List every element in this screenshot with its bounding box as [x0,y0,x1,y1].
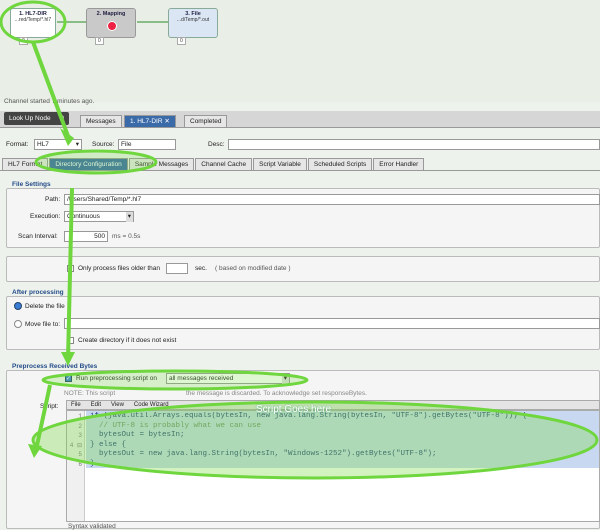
older-files-checkbox[interactable] [67,265,74,272]
desc-input[interactable] [228,139,600,150]
annotation-label: Script Goes here [256,404,332,415]
tab-channel-cache[interactable]: Channel Cache [195,158,253,170]
older-files-unit: sec. [195,265,207,272]
sub-tabs: HL7 Format Directory Configuration Sampl… [2,158,425,170]
menu-file[interactable]: File [71,401,81,409]
code-line: } [90,459,95,468]
desc-label: Desc: [208,141,225,148]
format-label: Format: [6,141,29,148]
preprocess-title: Preprocess Received Bytes [12,363,98,370]
script-label: Script: [40,403,59,410]
channel-status: Channel started 7 minutes ago. [4,98,95,105]
scan-interval-input[interactable]: 500 [64,231,108,242]
format-select[interactable]: HL7 ▾ [34,139,82,150]
menu-edit[interactable]: Edit [91,401,101,409]
source-label: Source: [92,141,115,148]
code-line: bytesOut = bytesIn; [90,431,185,439]
older-files-input[interactable] [166,263,188,274]
code-line: if (java.util.Arrays.equals(bytesIn, new… [90,412,527,420]
tab-script-variable[interactable]: Script Variable [253,158,307,170]
tab-messages[interactable]: Messages [80,115,122,127]
path-input[interactable]: /Users/Shared/Temp/*.hl7 [64,194,600,205]
line-numbers: 1234 ⊟ 5 6 [69,413,82,468]
tab-directory-configuration[interactable]: Directory Configuration [49,158,128,170]
tab-error-handler[interactable]: Error Handler [373,158,425,170]
tab-scheduled-scripts[interactable]: Scheduled Scripts [307,158,373,170]
run-preprocess-label: Run preprocessing script on [76,375,157,382]
move-file-input[interactable] [64,318,600,329]
move-file-label: Move file to: [25,321,61,328]
move-file-radio[interactable] [14,320,22,328]
menu-view[interactable]: View [111,401,124,409]
execution-select[interactable]: Continuous ▾ [64,211,134,222]
delete-file-label: Delete the file [25,303,65,310]
scan-interval-label: Scan Interval: [18,233,58,240]
note-left: NOTE: This script [64,390,116,397]
tab-completed[interactable]: Completed [184,115,228,127]
older-files-label: Only process files older than [78,265,161,272]
delete-file-radio[interactable] [14,302,22,310]
code-line: } else { [90,440,127,449]
note-right: the message is discarded. To acknowledge… [186,390,367,397]
code-line: bytesOut = new java.lang.String(bytesIn,… [90,450,437,458]
after-processing-title: After processing [12,289,64,296]
code-lines: if (java.util.Arrays.equals(bytesIn, new… [90,412,598,469]
run-preprocess-select[interactable]: all messages received ▾ [166,373,290,384]
execution-label: Execution: [30,213,61,220]
code-line: // UTF-8 is probably what we can use [90,421,262,430]
menu-code-wizard[interactable]: Code Wizard [134,401,169,409]
path-label: Path: [45,196,61,203]
scan-interval-hint: ms = 0.5s [112,233,141,240]
tab-hl7-format[interactable]: HL7 Format [2,158,49,170]
run-preprocess-checkbox[interactable]: ✓ [65,375,72,382]
create-dir-label: Create directory if it does not exist [78,337,177,344]
tab-sample-messages[interactable]: Sample Messages [128,158,195,170]
tab-hl7-dir[interactable]: 1. HL7-DIR ✕ [124,115,176,127]
older-files-hint: ( based on modified date ) [215,265,291,272]
lookup-node-tab[interactable]: Look Up Node 0 [4,112,69,125]
source-select[interactable]: File [118,139,176,150]
create-dir-checkbox[interactable] [67,337,74,344]
script-menubar: File Edit View Code Wizard [66,400,600,410]
file-settings-title: File Settings [12,181,51,188]
